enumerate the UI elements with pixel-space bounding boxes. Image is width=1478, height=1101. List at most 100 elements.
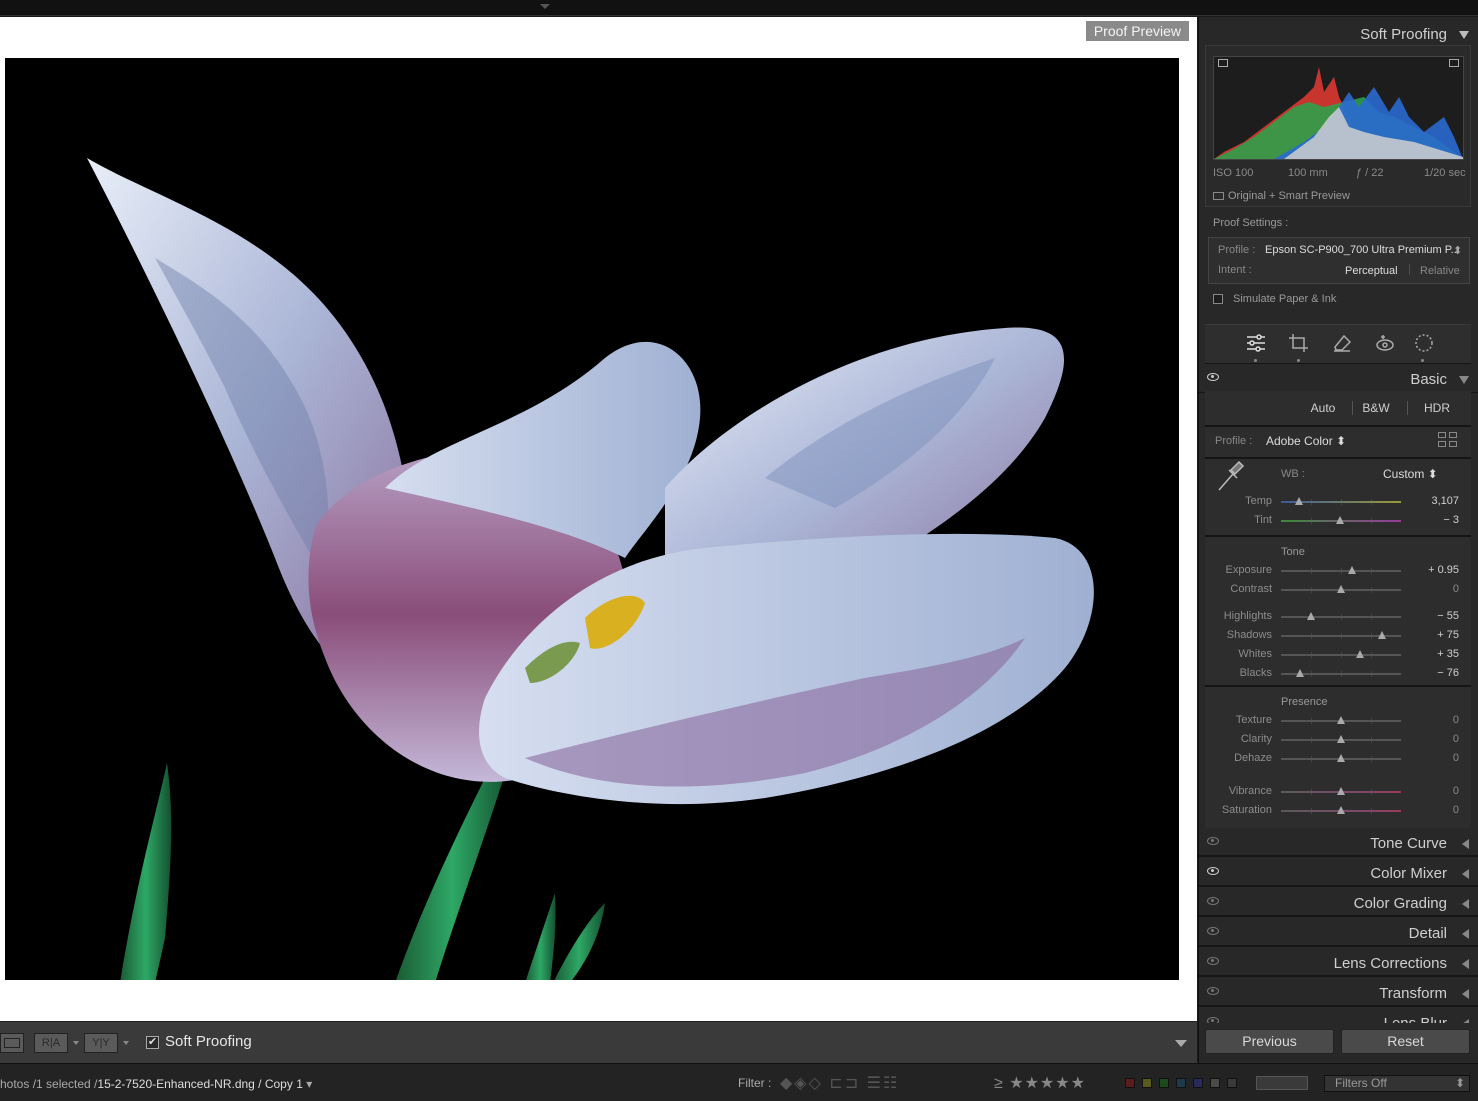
- slider-thumb[interactable]: [1337, 787, 1345, 795]
- eye-icon[interactable]: [1207, 987, 1219, 995]
- slider-vibrance[interactable]: Vibrance 0: [1199, 783, 1478, 802]
- slider-whites[interactable]: Whites + 35: [1199, 646, 1478, 665]
- eye-icon[interactable]: [1207, 1017, 1219, 1023]
- slider-thumb[interactable]: [1295, 497, 1303, 505]
- slider-thumb[interactable]: [1335, 516, 1344, 524]
- wb-eyedropper-icon[interactable]: [1215, 460, 1245, 494]
- chevron-down-icon[interactable]: ▾: [306, 1077, 312, 1091]
- slider-value[interactable]: + 35: [1437, 648, 1459, 660]
- filter-view-toggle[interactable]: [1256, 1076, 1308, 1090]
- slider-thumb[interactable]: [1356, 650, 1365, 658]
- previous-button[interactable]: Previous: [1205, 1029, 1334, 1054]
- panel-header-color-mixer[interactable]: Color Mixer: [1199, 859, 1478, 887]
- intent-perceptual[interactable]: Perceptual: [1345, 265, 1398, 277]
- reset-button[interactable]: Reset: [1341, 1029, 1470, 1054]
- expand-arrow-icon[interactable]: [1462, 929, 1469, 939]
- expand-arrow-icon[interactable]: [1462, 839, 1469, 849]
- slider-contrast[interactable]: Contrast 0: [1199, 581, 1478, 600]
- top-panel-collapse-bar[interactable]: [0, 0, 1478, 16]
- histogram[interactable]: [1213, 56, 1464, 160]
- slider-tint[interactable]: Tint − 3: [1199, 512, 1478, 531]
- slider-thumb[interactable]: [1296, 669, 1305, 677]
- before-after-yy-button[interactable]: Y|Y: [84, 1033, 118, 1053]
- slider-thumb[interactable]: [1347, 566, 1356, 574]
- masking-icon[interactable]: [1413, 333, 1435, 353]
- slider-value[interactable]: − 3: [1443, 514, 1459, 526]
- color-label-swatch[interactable]: [1193, 1078, 1203, 1088]
- hdr-button[interactable]: HDR: [1417, 399, 1457, 417]
- panel-header-detail[interactable]: Detail: [1199, 919, 1478, 947]
- slider-value[interactable]: 0: [1453, 752, 1459, 764]
- panel-header-lens-corrections[interactable]: Lens Corrections: [1199, 949, 1478, 977]
- slider-thumb[interactable]: [1337, 754, 1345, 762]
- slider-value[interactable]: 0: [1453, 714, 1459, 726]
- slider-value[interactable]: 0: [1453, 733, 1459, 745]
- flag-filter-icons[interactable]: ◆◈◇ ⊏⊐ ☰☷: [780, 1073, 899, 1093]
- rating-filter[interactable]: ≥ ★★★★★: [994, 1073, 1086, 1093]
- intent-relative[interactable]: Relative: [1420, 265, 1460, 277]
- panel-header-lens-blur[interactable]: Lens Blur: [1199, 1009, 1478, 1023]
- bw-button[interactable]: B&W: [1357, 399, 1395, 417]
- slider-temp[interactable]: Temp 3,107: [1199, 493, 1478, 512]
- collapse-arrow-icon[interactable]: [540, 4, 550, 9]
- slider-thumb[interactable]: [1337, 716, 1345, 724]
- expand-arrow-icon[interactable]: [1462, 899, 1469, 909]
- clipping-highlight-icon[interactable]: [1449, 59, 1459, 67]
- tulip-photo[interactable]: [5, 58, 1179, 980]
- color-label-swatch[interactable]: [1142, 1078, 1152, 1088]
- healing-eraser-icon[interactable]: [1331, 333, 1353, 353]
- slider-value[interactable]: − 55: [1437, 610, 1459, 622]
- slider-track[interactable]: [1281, 570, 1401, 572]
- basic-panel-header[interactable]: Basic: [1199, 365, 1478, 393]
- color-label-swatch[interactable]: [1159, 1078, 1169, 1088]
- slider-value[interactable]: + 75: [1437, 629, 1459, 641]
- color-label-swatch[interactable]: [1176, 1078, 1186, 1088]
- panel-header-color-grading[interactable]: Color Grading: [1199, 889, 1478, 917]
- slider-value[interactable]: 0: [1453, 583, 1459, 595]
- slider-saturation[interactable]: Saturation 0: [1199, 802, 1478, 821]
- eye-icon[interactable]: [1207, 897, 1219, 905]
- before-after-ra-button[interactable]: R|A: [34, 1033, 68, 1053]
- breadcrumb-filename[interactable]: 15-2-7520-Enhanced-NR.dng / Copy 1: [97, 1077, 302, 1091]
- color-label-swatch[interactable]: [1125, 1078, 1135, 1088]
- slider-thumb[interactable]: [1337, 806, 1345, 814]
- red-eye-icon[interactable]: [1374, 333, 1396, 353]
- rating-operator[interactable]: ≥: [994, 1075, 1004, 1092]
- preview-mode[interactable]: Original + Smart Preview: [1213, 190, 1350, 202]
- slider-thumb[interactable]: [1377, 631, 1386, 639]
- slider-dehaze[interactable]: Dehaze 0: [1199, 750, 1478, 769]
- eye-icon[interactable]: [1207, 957, 1219, 965]
- filters-off-select[interactable]: Filters Off ⬍: [1324, 1075, 1470, 1092]
- slider-thumb[interactable]: [1337, 735, 1345, 743]
- slider-value[interactable]: − 76: [1437, 667, 1459, 679]
- panel-header-tone-curve[interactable]: Tone Curve: [1199, 829, 1478, 857]
- slider-value[interactable]: 0: [1453, 804, 1459, 816]
- wb-select[interactable]: Custom ⬍: [1383, 467, 1438, 481]
- simulate-paper-ink-checkbox[interactable]: [1213, 294, 1223, 304]
- slider-thumb[interactable]: [1307, 612, 1315, 620]
- eye-icon[interactable]: [1207, 373, 1219, 381]
- color-label-swatch[interactable]: [1227, 1078, 1237, 1088]
- slider-texture[interactable]: Texture 0: [1199, 712, 1478, 731]
- slider-value[interactable]: 3,107: [1431, 495, 1459, 507]
- basic-profile-select[interactable]: Adobe Color ⬍: [1266, 434, 1346, 448]
- slider-value[interactable]: 0: [1453, 785, 1459, 797]
- slider-exposure[interactable]: Exposure + 0.95: [1199, 562, 1478, 581]
- chevron-down-icon[interactable]: [123, 1041, 129, 1045]
- slider-highlights[interactable]: Highlights − 55: [1199, 608, 1478, 627]
- crop-icon[interactable]: [1288, 333, 1310, 353]
- slider-track[interactable]: [1281, 654, 1401, 656]
- proof-profile-select[interactable]: Epson SC-P900_700 Ultra Premium P...: [1265, 244, 1460, 256]
- clipping-shadow-icon[interactable]: [1218, 59, 1228, 67]
- slider-thumb[interactable]: [1337, 585, 1345, 593]
- expand-arrow-icon[interactable]: [1462, 1019, 1469, 1023]
- collapse-arrow-icon[interactable]: [1459, 376, 1469, 384]
- soft-proofing-checkbox[interactable]: ✔: [146, 1036, 159, 1049]
- eye-icon[interactable]: [1207, 867, 1219, 875]
- star-icons[interactable]: ★★★★★: [1009, 1075, 1086, 1092]
- eye-icon[interactable]: [1207, 927, 1219, 935]
- edit-sliders-icon[interactable]: [1245, 333, 1267, 353]
- slider-track[interactable]: [1281, 616, 1401, 618]
- color-label-swatch[interactable]: [1210, 1078, 1220, 1088]
- slider-shadows[interactable]: Shadows + 75: [1199, 627, 1478, 646]
